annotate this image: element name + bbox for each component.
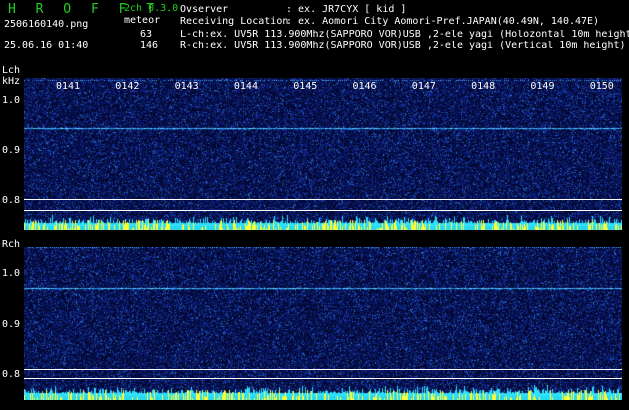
lch-guide-line-lower: [24, 210, 622, 211]
filename-label: 2506160140.png: [4, 19, 89, 30]
lch-ytick-0.8: 0.8: [2, 195, 21, 206]
mode-label: 2ch 0.3.0: [124, 3, 179, 14]
rch-description: R-ch:ex. UV5R 113.900Mhz(SAPPORO VOR)USB…: [180, 41, 626, 51]
count-rch: 146: [140, 40, 159, 51]
time-label-0142: 0142: [115, 81, 140, 92]
lch-spectrogram: [24, 78, 622, 230]
time-label-0149: 0149: [530, 81, 555, 92]
lch-label: Lch: [2, 65, 21, 76]
meteor-label: meteor: [124, 15, 161, 26]
lch-ytick-1.0: 1.0: [2, 95, 21, 106]
time-label-0150: 0150: [589, 81, 614, 92]
time-label-0146: 0146: [352, 81, 377, 92]
time-label-0144: 0144: [233, 81, 258, 92]
time-label-0147: 0147: [411, 81, 436, 92]
observer-value: : ex. JR7CYX [ kid ]: [286, 4, 407, 15]
datetime-label: 25.06.16 01:40: [4, 40, 89, 51]
time-label-0143: 0143: [174, 81, 199, 92]
rch-label: Rch: [2, 239, 21, 250]
rch-ytick-1.0: 1.0: [2, 268, 21, 279]
rch-guide-line-upper: [24, 369, 622, 370]
time-label-0148: 0148: [471, 81, 496, 92]
lch-unit: kHz: [2, 76, 21, 87]
lch-description: L-ch:ex. UV5R 113.900Mhz(SAPPORO VOR)USB…: [180, 30, 629, 40]
location-label: Receiving Location: [180, 16, 289, 27]
rch-ytick-0.9: 0.9: [2, 319, 21, 330]
observer-label: Ovserver: [180, 4, 229, 15]
rch-ytick-0.8: 0.8: [2, 369, 21, 380]
rch-guide-line-lower: [24, 378, 622, 379]
location-value: : ex. Aomori City Aomori-Pref.JAPAN(40.4…: [286, 16, 600, 27]
lch-spectrogram-canvas: [24, 78, 622, 230]
time-label-0141: 0141: [56, 81, 81, 92]
lch-ytick-0.9: 0.9: [2, 145, 21, 156]
time-label-0145: 0145: [293, 81, 318, 92]
lch-guide-line-upper: [24, 199, 622, 200]
count-lch: 63: [140, 29, 153, 40]
